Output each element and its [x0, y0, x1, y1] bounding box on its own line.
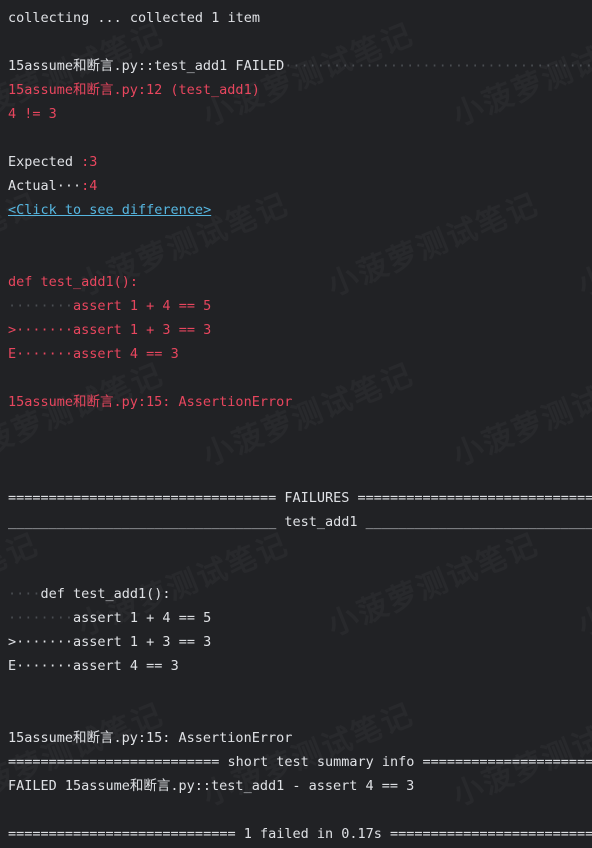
line-code-assert-pass: ········assert 1 + 4 == 5	[8, 294, 584, 318]
tb-indent-dots: ····	[8, 586, 41, 602]
final-title: 1 failed in 0.17s	[236, 826, 390, 842]
tb-marker-e: E·······	[8, 658, 73, 674]
failures-sep-left: =================================	[8, 490, 276, 506]
tb-assert-eval-text: assert 4 == 3	[73, 658, 179, 674]
tb-marker-gt: >·······	[8, 634, 73, 650]
test-result-name: 15assume和断言.py::test_add1 FAILED	[8, 58, 284, 74]
tb-indent-dots-2: ········	[8, 610, 73, 626]
line-blank-10	[8, 558, 584, 582]
line-blank-8	[8, 462, 584, 486]
line-tb-assert-fail: >·······assert 1 + 3 == 3	[8, 630, 584, 654]
soft-assert-location-text: 15assume和断言.py:12 (test_add1)	[8, 82, 260, 98]
line-blank-7	[8, 438, 584, 462]
actual-value: :4	[81, 178, 97, 194]
assertion-error-full-text: 15assume和断言.py:15: AssertionError	[8, 730, 292, 746]
line-test-result: 15assume和断言.py::test_add1 FAILED········…	[8, 54, 584, 78]
collecting-text: collecting ... collected 1 item	[8, 10, 260, 26]
line-failed-summary: FAILED 15assume和断言.py::test_add1 - asser…	[8, 774, 584, 798]
expected-value: :3	[81, 154, 97, 170]
line-blank-11	[8, 678, 584, 702]
testname-title: test_add1	[276, 514, 365, 530]
line-blank-4	[8, 246, 584, 270]
line-blank-2	[8, 126, 584, 150]
testname-sep-right: _________________________________	[366, 514, 592, 530]
line-blank-9	[8, 534, 584, 558]
line-blank-13	[8, 798, 584, 822]
assertion-error-short-text: 15assume和断言.py:15: AssertionError	[8, 394, 292, 410]
line-diff-link: <Click to see difference>	[8, 198, 584, 222]
final-sep-right: =============================	[390, 826, 592, 842]
line-code-assert-eval: E·······assert 4 == 3	[8, 342, 584, 366]
click-to-see-difference-link[interactable]: <Click to see difference>	[8, 202, 211, 218]
actual-label: Actual···	[8, 178, 81, 194]
pytest-terminal-output: collecting ... collected 1 item 15assume…	[0, 0, 592, 728]
code-def-text: def test_add1():	[8, 274, 138, 290]
line-tb-def: ····def test_add1():	[8, 582, 584, 606]
line-testname-separator: _________________________________ test_a…	[8, 510, 584, 534]
line-blank-3	[8, 222, 584, 246]
code-marker-e: E·······	[8, 346, 73, 362]
summary-sep-left: ==========================	[8, 754, 219, 770]
code-indent-dots-1: ········	[8, 298, 73, 314]
failed-summary-text: FAILED 15assume和断言.py::test_add1 - asser…	[8, 778, 414, 794]
expected-label: Expected	[8, 154, 81, 170]
line-soft-assert-message: 4 != 3	[8, 102, 584, 126]
testname-sep-left: _________________________________	[8, 514, 276, 530]
line-blank-5	[8, 366, 584, 390]
code-marker-gt: >·······	[8, 322, 73, 338]
final-sep-left: ============================	[8, 826, 236, 842]
failures-title: FAILURES	[276, 490, 357, 506]
line-soft-assert-location: 15assume和断言.py:12 (test_add1)	[8, 78, 584, 102]
summary-sep-right: ==========================	[423, 754, 592, 770]
summary-title: short test summary info	[219, 754, 422, 770]
line-actual: Actual···:4	[8, 174, 584, 198]
line-assertion-error-short: 15assume和断言.py:15: AssertionError	[8, 390, 584, 414]
line-code-def: def test_add1():	[8, 270, 584, 294]
line-tb-assert-pass: ········assert 1 + 4 == 5	[8, 606, 584, 630]
tb-def-text: def test_add1():	[41, 586, 171, 602]
code-assert-eval-text: assert 4 == 3	[73, 346, 179, 362]
soft-assert-message-text: 4 != 3	[8, 106, 57, 122]
tb-assert-pass-text: assert 1 + 4 == 5	[73, 610, 211, 626]
failures-sep-right: =================================	[358, 490, 592, 506]
line-failures-separator: ================================= FAILUR…	[8, 486, 584, 510]
code-assert-fail-text: assert 1 + 3 == 3	[73, 322, 211, 338]
line-final-separator: ============================ 1 failed in…	[8, 822, 584, 846]
line-blank-12	[8, 702, 584, 726]
line-blank-6	[8, 414, 584, 438]
tb-assert-fail-text: assert 1 + 3 == 3	[73, 634, 211, 650]
line-code-assert-fail: >·······assert 1 + 3 == 3	[8, 318, 584, 342]
test-result-leader-dots: ········································…	[284, 58, 592, 74]
line-collecting: collecting ... collected 1 item	[8, 6, 584, 30]
code-assert-pass-text: assert 1 + 4 == 5	[73, 298, 211, 314]
line-tb-assert-eval: E·······assert 4 == 3	[8, 654, 584, 678]
line-assertion-error-full: 15assume和断言.py:15: AssertionError	[8, 726, 584, 750]
line-summary-separator: ========================== short test su…	[8, 750, 584, 774]
line-expected: Expected :3	[8, 150, 584, 174]
line-blank-1	[8, 30, 584, 54]
